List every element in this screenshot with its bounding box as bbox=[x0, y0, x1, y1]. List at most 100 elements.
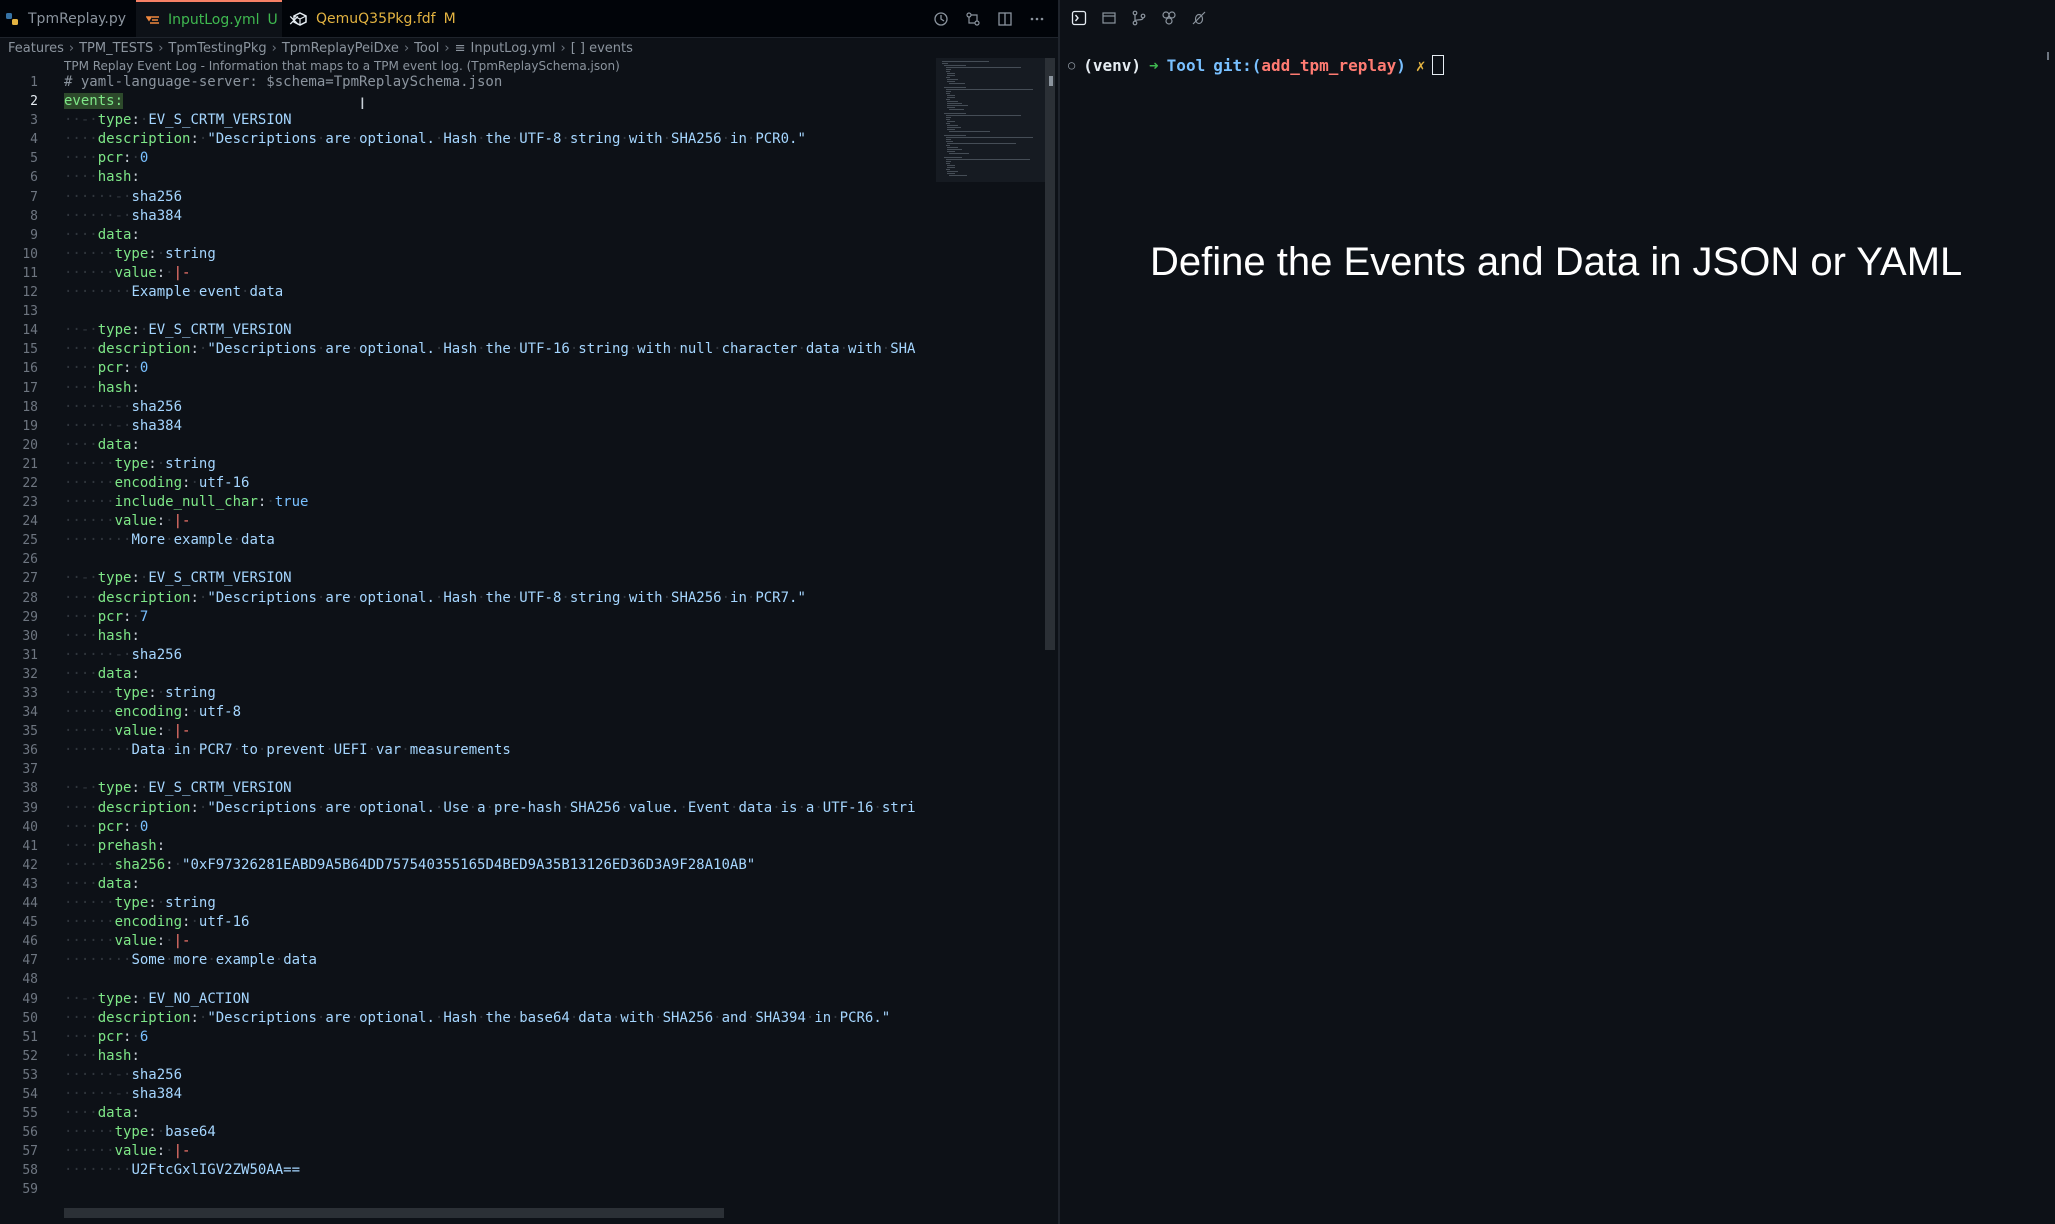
split-editor-icon[interactable] bbox=[996, 10, 1014, 28]
code-line[interactable]: 56 ······type:·base64 bbox=[0, 1123, 935, 1142]
code-line[interactable]: 22 ······encoding:·utf-16 bbox=[0, 474, 935, 493]
code-line[interactable]: 15 ····description:·"Descriptions·are·opt… bbox=[0, 340, 935, 359]
minimap-line bbox=[943, 65, 967, 66]
more-actions-icon[interactable] bbox=[1028, 10, 1046, 28]
code-line[interactable]: 44 ······type:·string bbox=[0, 894, 935, 913]
code-line[interactable]: 32 ····data: bbox=[0, 665, 935, 684]
code-line[interactable]: 14 ··-·type:·EV_S_CRTM_VERSION bbox=[0, 321, 935, 340]
code-line[interactable]: 12 ········Example·event·data bbox=[0, 283, 935, 302]
code-line[interactable]: 25 ········More·example·data bbox=[0, 531, 935, 550]
code-line[interactable]: 37 bbox=[0, 760, 935, 779]
code-text: # yaml-language-server: $schema=TpmRepla… bbox=[64, 74, 503, 90]
code-line[interactable]: 11 ······value:·|- bbox=[0, 264, 935, 283]
code-line[interactable]: 21 ······type:·string bbox=[0, 455, 935, 474]
code-line[interactable]: 29 ····pcr:·7 bbox=[0, 608, 935, 627]
code-text: ··-·type:·EV_S_CRTM_VERSION bbox=[64, 112, 292, 129]
code-line[interactable]: 2 events: bbox=[0, 92, 935, 111]
editor-tab-bar: TpmReplay.py InputLog.yml U × QemuQ35Pkg… bbox=[0, 0, 1058, 38]
code-line[interactable]: 39 ····description:·"Descriptions·are·opt… bbox=[0, 799, 935, 818]
code-line[interactable]: 13 bbox=[0, 302, 935, 321]
code-line[interactable]: 51 ····pcr:·6 bbox=[0, 1028, 935, 1047]
code-line[interactable]: 35 ······value:·|- bbox=[0, 722, 935, 741]
code-line[interactable]: 9 ····data: bbox=[0, 226, 935, 245]
code-line[interactable]: 17 ····hash: bbox=[0, 379, 935, 398]
code-line[interactable]: 54 ······-·sha384 bbox=[0, 1085, 935, 1104]
open-changes-icon[interactable] bbox=[964, 10, 982, 28]
breadcrumb-item[interactable]: InputLog.yml bbox=[471, 41, 556, 56]
code-line[interactable]: 8 ······-·sha384 bbox=[0, 207, 935, 226]
code-line[interactable]: 4 ····description:·"Descriptions·are·opti… bbox=[0, 130, 935, 149]
breadcrumb-item[interactable]: TpmTestingPkg bbox=[168, 41, 266, 56]
minimap-line bbox=[947, 121, 955, 122]
code-line[interactable]: 58 ········U2FtcGxlIGV2ZW50AA== bbox=[0, 1161, 935, 1180]
tab-inputlog-yml[interactable]: InputLog.yml U × bbox=[136, 0, 300, 37]
code-line[interactable]: 20 ····data: bbox=[0, 436, 935, 455]
minimap-line bbox=[947, 143, 1016, 144]
code-line[interactable]: 18 ······-·sha256 bbox=[0, 398, 935, 417]
code-line[interactable]: 43 ····data: bbox=[0, 875, 935, 894]
code-line[interactable]: 59 bbox=[0, 1180, 935, 1199]
code-line[interactable]: 5 ····pcr:·0 bbox=[0, 149, 935, 168]
minimap-line bbox=[947, 73, 955, 74]
code-line[interactable]: 57 ······value:·|- bbox=[0, 1142, 935, 1161]
tab-qemuq35pkg-fdf[interactable]: QemuQ35Pkg.fdf M bbox=[286, 0, 456, 37]
code-line[interactable]: 46 ······value:·|- bbox=[0, 932, 935, 951]
history-icon[interactable] bbox=[932, 10, 950, 28]
code-line[interactable]: 52 ····hash: bbox=[0, 1047, 935, 1066]
line-number: 29 bbox=[22, 609, 38, 625]
code-text: ······-·sha256 bbox=[64, 1066, 183, 1083]
code-text: ····hash: bbox=[64, 1047, 140, 1064]
code-line[interactable]: 26 bbox=[0, 550, 935, 569]
code-line[interactable]: 3 ··-·type:·EV_S_CRTM_VERSION bbox=[0, 111, 935, 130]
code-line[interactable]: 49 ··-·type:·EV_NO_ACTION bbox=[0, 990, 935, 1009]
code-line[interactable]: 16 ····pcr:·0 bbox=[0, 359, 935, 378]
code-line[interactable]: 23 ······include_null_char:·true bbox=[0, 493, 935, 512]
code-line[interactable]: 27 ··-·type:·EV_S_CRTM_VERSION bbox=[0, 569, 935, 588]
code-line[interactable]: 30 ····hash: bbox=[0, 627, 935, 646]
code-line[interactable]: 28 ····description:·"Descriptions·are·opt… bbox=[0, 589, 935, 608]
schema-codelens[interactable]: TPM Replay Event Log - Information that … bbox=[64, 59, 620, 73]
terminal-icon[interactable] bbox=[1070, 9, 1088, 27]
code-line[interactable]: 45 ······encoding:·utf-16 bbox=[0, 913, 935, 932]
minimap-line bbox=[943, 135, 967, 136]
horizontal-scrollbar[interactable] bbox=[64, 1208, 724, 1218]
code-line[interactable]: 55 ····data: bbox=[0, 1104, 935, 1123]
code-line[interactable]: 40 ····pcr:·0 bbox=[0, 818, 935, 837]
code-line[interactable]: 50 ····description:·"Descriptions·are·opt… bbox=[0, 1009, 935, 1028]
code-text: ····prehash: bbox=[64, 837, 166, 854]
code-line[interactable]: 33 ······type:·string bbox=[0, 684, 935, 703]
code-line[interactable]: 31 ······-·sha256 bbox=[0, 646, 935, 665]
tab-modified-badge: M bbox=[443, 10, 456, 27]
line-number: 21 bbox=[22, 456, 38, 472]
breadcrumb-item[interactable]: Features bbox=[8, 41, 64, 56]
code-line[interactable]: 38 ··-·type:·EV_S_CRTM_VERSION bbox=[0, 779, 935, 798]
code-line[interactable]: 47 ········Some·more·example·data bbox=[0, 951, 935, 970]
code-line[interactable]: 6 ····hash: bbox=[0, 168, 935, 187]
minimap-line bbox=[945, 145, 951, 146]
tab-tpmreplay-py[interactable]: TpmReplay.py bbox=[4, 0, 132, 37]
bug-icon[interactable] bbox=[1190, 9, 1208, 27]
code-line[interactable]: 48 bbox=[0, 970, 935, 989]
minimap-line bbox=[947, 125, 959, 126]
code-line[interactable]: 53 ······-·sha256 bbox=[0, 1066, 935, 1085]
terminal-prompt[interactable]: ○ (venv) ➜ Tool git:(add_tpm_replay) ✗ bbox=[1068, 55, 1444, 75]
minimap[interactable] bbox=[936, 58, 1048, 182]
code-line[interactable]: 1 # yaml-language-server: $schema=TpmRepl… bbox=[0, 73, 935, 92]
code-line[interactable]: 10 ······type:·string bbox=[0, 245, 935, 264]
code-line[interactable]: 7 ······-·sha256 bbox=[0, 188, 935, 207]
code-editor[interactable]: 1 # yaml-language-server: $schema=TpmRepl… bbox=[0, 73, 935, 1200]
debug-console-icon[interactable] bbox=[1100, 9, 1118, 27]
breadcrumb-item[interactable]: TpmReplayPeiDxe bbox=[282, 41, 399, 56]
extensions-icon[interactable] bbox=[1160, 9, 1178, 27]
code-line[interactable]: 36 ········Data·in·PCR7·to·prevent·UEFI·v… bbox=[0, 741, 935, 760]
code-line[interactable]: 19 ······-·sha384 bbox=[0, 417, 935, 436]
breadcrumb-item[interactable]: TPM_TESTS bbox=[79, 41, 153, 56]
code-line[interactable]: 41 ····prehash: bbox=[0, 837, 935, 856]
code-line[interactable]: 24 ······value:·|- bbox=[0, 512, 935, 531]
breadcrumb-item[interactable]: Tool bbox=[414, 41, 439, 56]
code-line[interactable]: 42 ······sha256:·"0xF97326281EABD9A5B64DD… bbox=[0, 856, 935, 875]
breadcrumb-item-events[interactable]: [ ] events bbox=[571, 41, 633, 56]
vertical-scrollbar[interactable] bbox=[1045, 58, 1055, 650]
source-control-icon[interactable] bbox=[1130, 9, 1148, 27]
code-line[interactable]: 34 ······encoding:·utf-8 bbox=[0, 703, 935, 722]
